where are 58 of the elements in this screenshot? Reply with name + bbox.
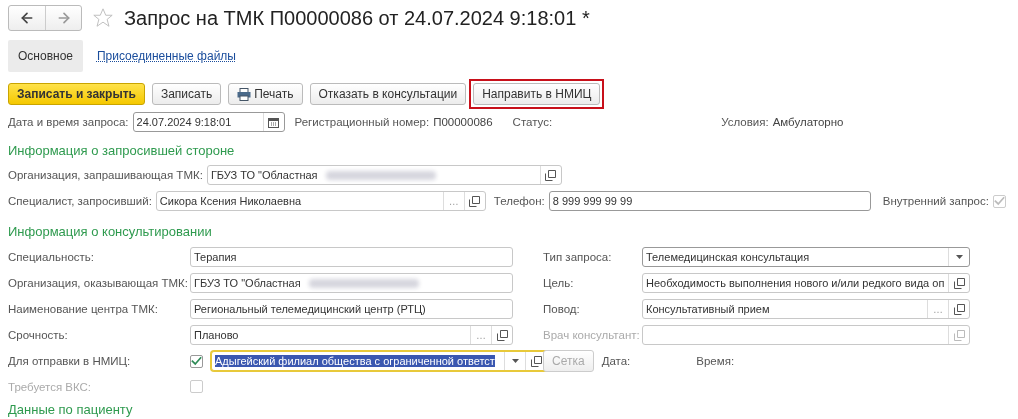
field-label: Требуется ВКС: (8, 381, 93, 393)
window-title: Запрос на ТМК П00000086 от 24.07.2024 9:18:01 * (124, 6, 590, 30)
star-icon[interactable] (92, 7, 114, 29)
field-value: Амбулаторно (772, 116, 844, 128)
field-label: Врач консультант: (543, 329, 641, 341)
date-field[interactable]: 24.07.2024 9:18:01 (132, 112, 285, 132)
field-label: Время: (696, 355, 735, 367)
toolbar-button[interactable]: Записать (151, 83, 222, 105)
field-label: Организация, запрашивающая ТМК: (8, 169, 203, 181)
toolbar-button[interactable]: Отказать в консультации (309, 83, 467, 105)
field-label: Повод: (543, 303, 581, 315)
field-label: Телефон: (493, 195, 545, 207)
section-heading: Информация о запросившей стороне (8, 142, 236, 160)
text-field[interactable]: Планово … (190, 325, 513, 345)
text-field[interactable]: Терапия (190, 247, 513, 267)
field-label: Условия: (721, 116, 769, 128)
field-label: Для отправки в НМИЦ: (8, 355, 132, 367)
save-close-button[interactable]: Записать и закрыть (8, 83, 145, 105)
field-label: Организация, оказывающая ТМК: (8, 277, 189, 289)
tab[interactable]: Присоединенные файлы (95, 40, 238, 72)
text-field[interactable]: Необходимость выполнения нового и/или редкого вида оп (642, 273, 970, 293)
toolbar-button[interactable]: Печать (228, 83, 303, 105)
field-label: Статус: (512, 116, 553, 128)
section-heading: Информация о консультировании (8, 223, 213, 241)
checkbox[interactable] (190, 354, 203, 368)
field-label: Специалист, запросивший: (8, 195, 152, 207)
field-label: Дата и время запроса: (8, 116, 129, 128)
text-field[interactable]: 8 999 999 99 99 (548, 191, 871, 211)
open-icon[interactable] (496, 329, 508, 341)
text-field[interactable]: Региональный телемедицинский центр (РТЦ) (190, 299, 513, 319)
field-label: Внутренний запрос: (882, 195, 989, 207)
calendar-icon[interactable] (268, 116, 280, 128)
section-heading: Данные по пациенту (8, 401, 134, 418)
printer-icon (237, 87, 252, 101)
open-icon[interactable] (953, 303, 965, 315)
field-label: Тип запроса: (543, 251, 613, 263)
toolbar-button[interactable]: Направить в НМИЦ (473, 83, 601, 105)
tab[interactable]: Основное (8, 40, 83, 72)
open-icon[interactable] (530, 355, 542, 367)
field-label: Регистрационный номер: (294, 116, 430, 128)
combo-field[interactable]: Адыгейский филиал общества с ограниченной ответст (211, 351, 547, 371)
open-icon[interactable] (953, 277, 965, 289)
text-field[interactable]: ГБУЗ ТО "Областная (190, 273, 513, 293)
field-label: Специальность: (8, 251, 95, 263)
left-arrow-icon (19, 10, 35, 26)
text-field[interactable]: Консультативный прием … (642, 299, 970, 319)
field-label: Цель: (543, 277, 575, 289)
open-icon[interactable] (469, 195, 481, 207)
open-icon[interactable] (545, 169, 557, 181)
field-label: Дата: (601, 355, 631, 367)
text-field[interactable]: Телемедицинская консультация (642, 247, 970, 267)
text-field[interactable]: Сикора Ксения Николаевна … (155, 191, 486, 211)
text-field[interactable]: ГБУЗ ТО "Областная (206, 165, 562, 185)
field-value: П00000086 (433, 116, 493, 128)
field-label: Срочность: (8, 329, 69, 341)
dropdown-caret-icon[interactable] (955, 255, 963, 259)
field-label: Наименование центра ТМК: (8, 303, 159, 315)
dropdown-caret-icon[interactable] (511, 359, 519, 363)
